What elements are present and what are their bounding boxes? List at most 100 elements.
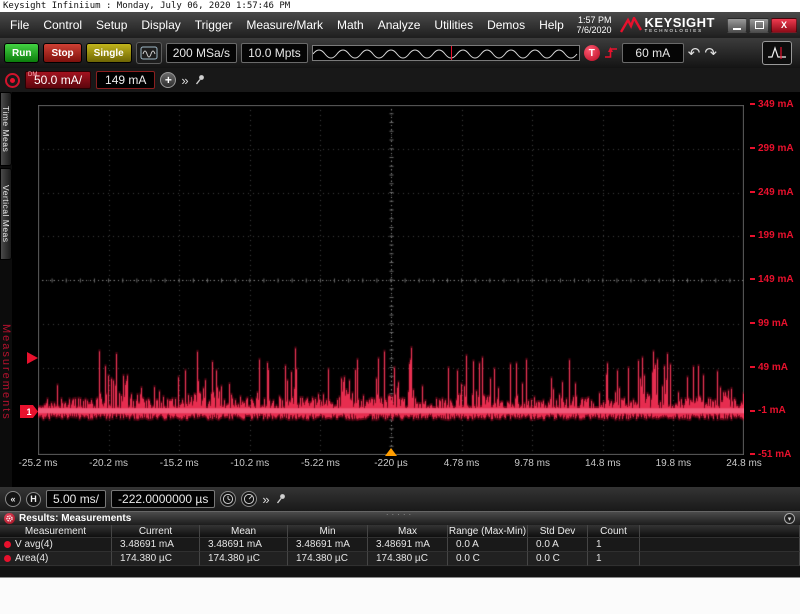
column-header[interactable]: Measurement: [0, 525, 112, 538]
column-header[interactable]: Min: [288, 525, 368, 538]
column-header[interactable]: Max: [368, 525, 448, 538]
y-axis-label: 249 mA: [750, 187, 800, 198]
tab-vertical-meas[interactable]: Vertical Meas: [0, 168, 12, 260]
trigger-level-marker[interactable]: [27, 352, 38, 364]
clock-time: 1:57 PM: [576, 15, 611, 25]
table-cell: 174.380 µC: [112, 552, 200, 566]
channel-1-dot-icon: [10, 78, 15, 83]
close-button[interactable]: X: [771, 18, 797, 33]
channel-scale-value: 50.0 mA/: [34, 73, 82, 87]
table-cell: 1: [588, 552, 640, 566]
channel-probe-tag: DM: [28, 72, 37, 78]
menu-math[interactable]: Math: [330, 12, 371, 38]
minimize-button[interactable]: [727, 18, 747, 33]
menu-file[interactable]: File: [3, 12, 36, 38]
window-title: Keysight Infiniium : Monday, July 06, 20…: [0, 0, 800, 12]
close-icon: X: [781, 20, 787, 30]
trigger-level-box[interactable]: 60 mA: [622, 43, 684, 63]
results-panel: Results: Measurements ▾ MeasurementCurre…: [0, 511, 800, 577]
menu-utilities[interactable]: Utilities: [427, 12, 480, 38]
menu-help[interactable]: Help: [532, 12, 571, 38]
row-filler: [640, 552, 800, 566]
horizontal-badge[interactable]: H: [26, 492, 41, 507]
column-header[interactable]: Std Dev: [528, 525, 588, 538]
add-channel-button[interactable]: +: [160, 72, 176, 88]
pin-icon[interactable]: [194, 74, 206, 86]
trigger-time-marker[interactable]: [385, 448, 397, 456]
waveform-tools-button[interactable]: [762, 41, 792, 65]
x-axis-label: -25.2 ms: [6, 458, 70, 469]
results-header[interactable]: Results: Measurements ▾: [0, 512, 800, 525]
menu-display[interactable]: Display: [134, 12, 187, 38]
results-title: Results: Measurements: [19, 513, 131, 524]
channel-1-button[interactable]: [5, 73, 20, 88]
table-cell: 0.0 C: [528, 552, 588, 566]
scope-display: 349 mA299 mA249 mA199 mA149 mA99 mA49 mA…: [12, 92, 800, 487]
table-cell: 3.48691 mA: [288, 538, 368, 552]
menu-measure-mark[interactable]: Measure/Mark: [239, 12, 330, 38]
stop-button[interactable]: Stop: [43, 43, 81, 63]
sample-rate-box[interactable]: 200 MSa/s: [166, 43, 237, 63]
timebase-scale-box[interactable]: 5.00 ms/: [46, 490, 106, 508]
clock-icon: [222, 493, 234, 505]
timebase-delay-box[interactable]: -222.0000000 µs: [111, 490, 215, 508]
table-cell: 3.48691 mA: [200, 538, 288, 552]
tab-measurements[interactable]: Measurements: [0, 292, 12, 452]
table-row-name[interactable]: V avg(4): [0, 538, 112, 552]
preview-waveform-icon: [313, 46, 579, 60]
x-axis-label: -220 µs: [359, 458, 423, 469]
menu-setup[interactable]: Setup: [89, 12, 134, 38]
results-table: MeasurementCurrentMeanMinMaxRange (Max-M…: [0, 525, 800, 566]
y-axis-label: -1 mA: [750, 405, 800, 416]
menu-control[interactable]: Control: [36, 12, 89, 38]
restore-button[interactable]: [749, 18, 769, 33]
trigger-badge[interactable]: T: [584, 45, 600, 61]
acquisition-mode-button[interactable]: [136, 42, 162, 64]
undo-button[interactable]: ↶: [688, 46, 701, 61]
column-header[interactable]: Current: [112, 525, 200, 538]
memory-depth-box[interactable]: 10.0 Mpts: [241, 43, 308, 63]
results-collapse-button[interactable]: ▾: [784, 513, 795, 524]
run-button[interactable]: Run: [4, 43, 39, 63]
x-axis-label: -10.2 ms: [218, 458, 282, 469]
y-axis-label: 149 mA: [750, 274, 800, 285]
tab-time-meas[interactable]: Time Meas: [0, 92, 12, 166]
clock-date: 7/6/2020: [576, 25, 611, 35]
redo-button[interactable]: ↷: [704, 46, 717, 61]
channel-ground-marker[interactable]: 1: [20, 405, 38, 418]
x-axis-label: 14.8 ms: [571, 458, 635, 469]
clock-tool-button[interactable]: [220, 491, 236, 507]
graticule-canvas[interactable]: [38, 105, 744, 455]
y-axis-label: 299 mA: [750, 143, 800, 154]
x-axis-label: -15.2 ms: [147, 458, 211, 469]
pin-icon[interactable]: [275, 493, 287, 505]
horizontal-expand-button[interactable]: »: [262, 492, 269, 507]
collapse-left-button[interactable]: «: [5, 491, 21, 507]
y-axis-label: 199 mA: [750, 230, 800, 241]
single-button[interactable]: Single: [86, 43, 132, 63]
table-cell: 174.380 µC: [368, 552, 448, 566]
channel-offset-box[interactable]: 149 mA: [96, 71, 155, 89]
horizontal-bar: « H 5.00 ms/ -222.0000000 µs »: [0, 487, 800, 511]
channel-scale-box[interactable]: DM 50.0 mA/: [25, 71, 91, 89]
channel-expand-button[interactable]: »: [181, 73, 188, 88]
channel-bar: DM 50.0 mA/ 149 mA + »: [0, 68, 800, 92]
menu-demos[interactable]: Demos: [480, 12, 532, 38]
column-header[interactable]: Range (Max-Min): [448, 525, 528, 538]
table-cell: 174.380 µC: [200, 552, 288, 566]
menu-trigger[interactable]: Trigger: [188, 12, 240, 38]
gear-icon[interactable]: [4, 513, 15, 524]
trigger-edge-icon[interactable]: [604, 46, 618, 60]
header-filler: [640, 525, 800, 538]
column-header[interactable]: Count: [588, 525, 640, 538]
table-row-name[interactable]: Area(4): [0, 552, 112, 566]
menu-analyze[interactable]: Analyze: [371, 12, 428, 38]
keysight-logo: KEYSIGHT TECHNOLOGIES: [620, 17, 715, 33]
column-header[interactable]: Mean: [200, 525, 288, 538]
waveform-preview-strip[interactable]: [312, 45, 580, 61]
left-tab-column: Time Meas Vertical Meas Measurements: [0, 92, 12, 487]
y-axis-label: 99 mA: [750, 318, 800, 329]
zoom-tool-button[interactable]: [241, 491, 257, 507]
series-color-dot: [4, 555, 11, 562]
y-axis-label: 49 mA: [750, 362, 800, 373]
